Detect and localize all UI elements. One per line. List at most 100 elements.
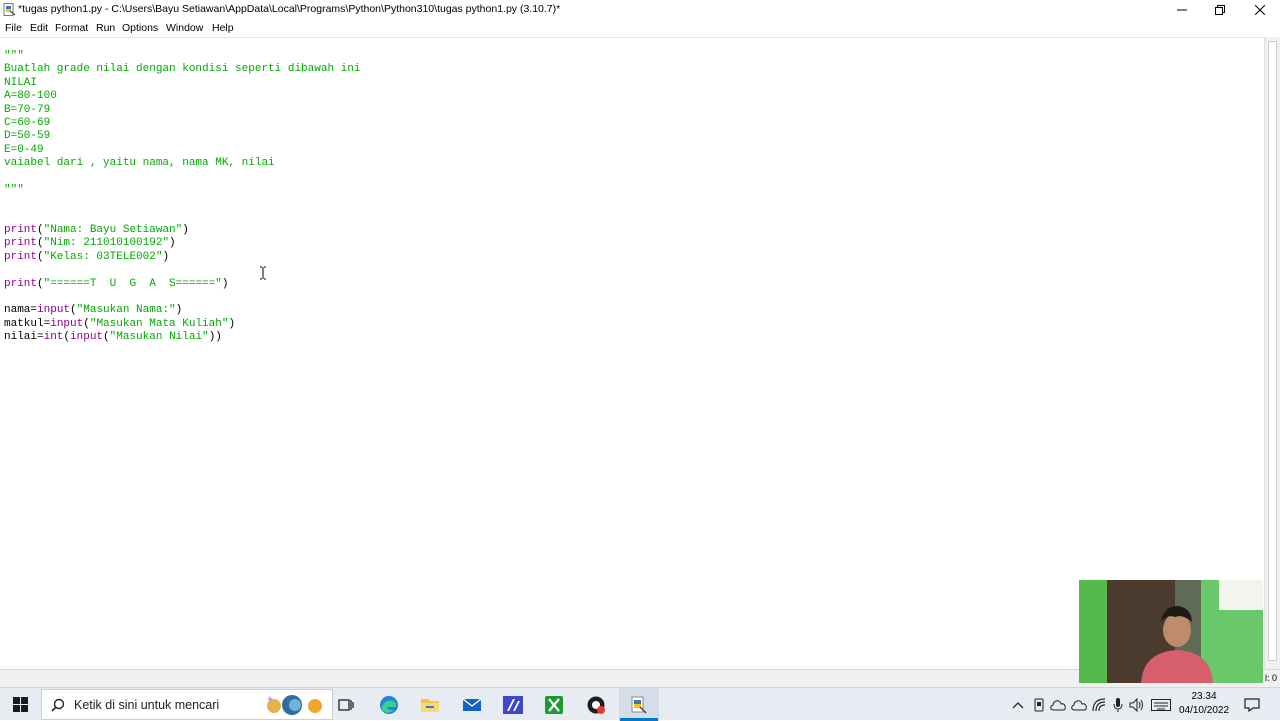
python-idle-button[interactable] [619,688,659,721]
edge-button[interactable] [369,688,409,721]
python-idle-icon [631,696,647,713]
code-string: """ [4,50,24,62]
code-line[interactable] [4,197,360,210]
notification-icon [1244,698,1260,712]
code-keyword: print [4,224,38,237]
code-line[interactable]: NILAI [4,77,360,90]
code-line[interactable]: matkul=input("Masukan Mata Kuliah") [4,318,360,331]
code-string: C=60-69 [4,116,51,129]
code-token: ) [228,317,236,330]
code-token: matkul= [4,317,51,330]
code-line[interactable]: B=70-79 [4,104,360,117]
mail-button[interactable] [452,688,492,721]
code-line[interactable]: E=0-49 [4,144,360,157]
code-token: ( [37,250,44,263]
code-editor[interactable]: """ Buatlah grade nilai dengan kondisi se… [0,37,1264,670]
close-icon [1255,5,1265,15]
file-explorer-icon [421,698,439,712]
code-token: ) [221,277,229,290]
code-line[interactable]: nama=input("Masukan Nama:") [4,304,360,317]
app-icon [503,695,523,714]
xbox-icon [545,695,563,714]
task-view-button[interactable] [326,688,366,721]
code-line[interactable]: D=50-59 [4,130,360,143]
code-line[interactable] [4,171,360,184]
code-line[interactable] [4,291,360,304]
restore-button[interactable] [1200,0,1240,20]
code-text[interactable]: """ Buatlah grade nilai dengan kondisi se… [4,50,360,345]
close-button[interactable] [1240,0,1280,20]
code-string: "======T U G A S======" [43,277,222,290]
code-token: )) [208,331,222,344]
menu-window[interactable]: Window [166,22,203,34]
menu-format[interactable]: Format [55,22,88,34]
code-string: "Nama: Bayu Setiawan" [43,224,183,237]
code-line[interactable] [4,264,360,277]
code-line[interactable]: print("Kelas: 03TELE002") [4,251,360,264]
volume-icon [1129,698,1143,712]
code-line[interactable] [4,211,360,224]
code-line[interactable]: C=60-69 [4,117,360,130]
code-string: "Masukan Nilai" [109,331,209,344]
code-string: Buatlah grade nilai dengan kondisi seper… [4,63,361,76]
code-token: ( [70,304,77,317]
code-token: nilai= [4,331,44,344]
code-string: "Masukan Nama:" [76,304,176,317]
code-string: "Nim: 211010100192" [43,237,170,250]
minimize-button[interactable] [1162,0,1202,20]
tray-keyboard-button[interactable] [1150,697,1172,713]
menu-file[interactable]: File [5,22,22,34]
start-button[interactable] [0,688,40,721]
code-string: NILAI [4,76,38,89]
xbox-button[interactable] [534,688,574,721]
wifi-icon [1092,698,1106,712]
scrollbar-thumb[interactable] [1268,41,1277,661]
code-line[interactable]: print("Nim: 211010100192") [4,237,360,250]
menu-help[interactable]: Help [212,22,234,34]
code-line[interactable]: """ [4,184,360,197]
notification-button[interactable] [1244,697,1260,713]
tray-cloud-button[interactable] [1050,697,1066,713]
restore-icon [1215,5,1225,15]
onedrive-icon [1071,700,1087,711]
device-icon [1034,698,1044,712]
code-string: "Masukan Mata Kuliah" [89,317,229,330]
show-hidden-icons-button[interactable] [1010,697,1026,713]
file-explorer-button[interactable] [410,688,450,721]
record-button[interactable] [576,688,616,721]
code-line[interactable]: Buatlah grade nilai dengan kondisi seper… [4,63,360,76]
taskbar-search-box[interactable]: Ketik di sini untuk mencari [41,689,333,720]
code-string: vaiabel dari , yaitu nama, nama MK, nila… [4,157,275,170]
code-keyword: print [4,250,38,263]
code-line[interactable]: A=80-100 [4,90,360,103]
menu-options[interactable]: Options [122,22,158,34]
taskbar: Ketik di sini untuk mencari 23.34 04/10/… [0,687,1280,721]
menu-run[interactable]: Run [96,22,115,34]
code-keyword: print [4,237,38,250]
tray-microphone-button[interactable] [1110,697,1126,713]
python-file-icon [3,3,16,16]
record-icon [587,696,605,714]
code-line[interactable]: print("======T U G A S======") [4,278,360,291]
code-line[interactable]: print("Nama: Bayu Setiawan") [4,224,360,237]
taskbar-clock[interactable]: 23.34 04/10/2022 [1172,690,1236,718]
tray-onedrive-button[interactable] [1071,697,1087,713]
code-token: ( [37,237,44,250]
text-cursor-icon [260,266,266,280]
tray-volume-button[interactable] [1129,697,1145,713]
code-line[interactable]: nilai=int(input("Masukan Nilai")) [4,331,360,344]
code-line[interactable]: vaiabel dari , yaitu nama, nama MK, nila… [4,157,360,170]
menu-edit[interactable]: Edit [30,22,48,34]
code-token: ( [37,277,44,290]
app-button[interactable] [493,688,533,721]
search-icon [51,698,65,712]
cursor-position: l: 0 [1264,673,1277,683]
vertical-scrollbar[interactable] [1264,37,1280,669]
tray-device-button[interactable] [1031,697,1047,713]
code-token: ) [175,304,183,317]
code-line[interactable]: """ [4,50,360,63]
tray-network-button[interactable] [1091,697,1107,713]
keyboard-icon [1151,699,1171,711]
search-placeholder: Ketik di sini untuk mencari [74,698,220,712]
window-title: *tugas python1.py - C:\Users\Bayu Setiaw… [18,3,561,15]
